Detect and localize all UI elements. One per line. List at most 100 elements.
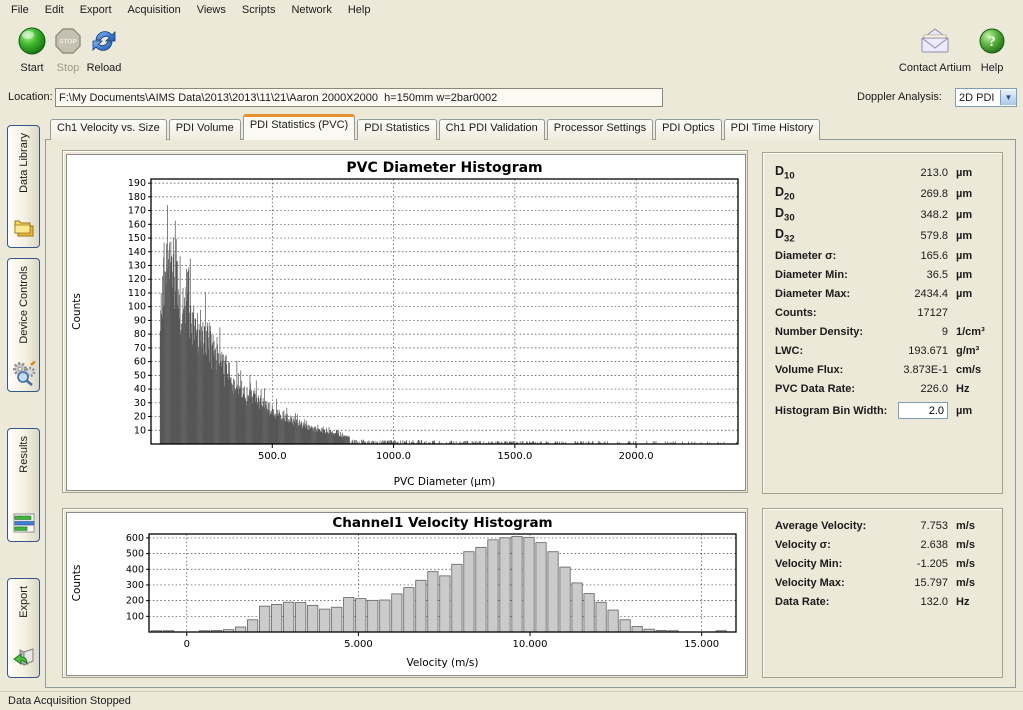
stat-value: 226.0 xyxy=(878,383,948,395)
menu-item-scripts[interactable]: Scripts xyxy=(234,2,284,18)
tab-ch1-velocity-vs-size[interactable]: Ch1 Velocity vs. Size xyxy=(50,119,167,140)
tab-ch1-pdi-validation[interactable]: Ch1 PDI Validation xyxy=(439,119,545,140)
channel1-velocity-histogram-chart: Channel1 Velocity Histogram1002003004005… xyxy=(67,513,745,675)
stat-unit: Hz xyxy=(956,596,994,608)
doppler-analysis-value: 2D PDI xyxy=(956,92,1000,104)
stat-label: Velocity Min: xyxy=(775,558,842,570)
stat-label: Diameter σ: xyxy=(775,250,836,262)
tab-pdi-statistics[interactable]: PDI Statistics xyxy=(357,119,436,140)
export-icon xyxy=(11,646,37,672)
velocity-stats-panel: Average Velocity:7.753m/sVelocity σ:2.63… xyxy=(762,508,1003,678)
svg-text:10: 10 xyxy=(134,425,146,436)
tab-processor-settings[interactable]: Processor Settings xyxy=(547,119,653,140)
stat-row-d20: D20269.8µm xyxy=(775,183,994,204)
stat-unit: µm xyxy=(956,405,994,417)
stat-label: PVC Data Rate: xyxy=(775,383,855,395)
svg-text:50: 50 xyxy=(134,370,146,381)
svg-text:500.0: 500.0 xyxy=(258,451,287,462)
velocity-histogram-plot: Channel1 Velocity Histogram1002003004005… xyxy=(66,512,746,676)
svg-text:300: 300 xyxy=(126,580,144,591)
stat-value: 2.638 xyxy=(878,539,948,551)
help-button[interactable]: ? Help xyxy=(972,26,1012,74)
stat-value: -1.205 xyxy=(878,558,948,570)
svg-text:Counts: Counts xyxy=(71,293,83,330)
menu-item-export[interactable]: Export xyxy=(72,2,120,18)
status-text: Data Acquisition Stopped xyxy=(8,695,131,707)
stat-row-average-velocity: Average Velocity:7.753m/s xyxy=(775,516,994,535)
stat-value: 213.0 xyxy=(878,167,948,179)
sidebar-item-device-controls[interactable]: Device Controls xyxy=(7,258,40,392)
stat-unit: µm xyxy=(956,230,994,242)
stat-value: 15.797 xyxy=(878,577,948,589)
reload-button-label: Reload xyxy=(81,62,127,74)
stat-label: Number Density: xyxy=(775,326,863,338)
diameter-stats-panel: D10213.0µmD20269.8µmD30348.2µmD32579.8µm… xyxy=(762,152,1003,494)
stat-label: Volume Flux: xyxy=(775,364,843,376)
menu-item-network[interactable]: Network xyxy=(283,2,339,18)
stat-row-volume-flux: Volume Flux:3.873E-1cm/s xyxy=(775,360,994,379)
stat-unit: µm xyxy=(956,269,994,281)
menu-bar: FileEditExportAcquisitionViewsScriptsNet… xyxy=(0,0,1023,19)
stat-unit: µm xyxy=(956,188,994,200)
stop-icon-text: STOP xyxy=(59,39,77,46)
stat-value: 17127 xyxy=(878,307,948,319)
stat-row-diameter-min: Diameter Min: 36.5 µm xyxy=(775,265,994,284)
sidebar-item-data-library[interactable]: Data Library xyxy=(7,125,40,248)
stat-row-diameter-max: Diameter Max:2434.4µm xyxy=(775,284,994,303)
stat-label: Diameter Min: xyxy=(775,269,848,281)
stat-unit: Hz xyxy=(956,383,994,395)
svg-text:170: 170 xyxy=(128,206,146,217)
reload-button[interactable]: Reload xyxy=(81,26,127,74)
svg-text:2000.0: 2000.0 xyxy=(619,451,654,462)
pvc-histogram-plot: PVC Diameter Histogram102030405060708090… xyxy=(66,154,746,491)
stat-label: Average Velocity: xyxy=(775,520,866,532)
svg-text:5.000: 5.000 xyxy=(344,639,373,650)
pvc-diameter-histogram-chart: PVC Diameter Histogram102030405060708090… xyxy=(67,155,745,490)
stat-label: D20 xyxy=(775,185,795,203)
svg-text:1500.0: 1500.0 xyxy=(497,451,532,462)
velocity-histogram-groupbox: Channel1 Velocity Histogram1002003004005… xyxy=(62,508,748,678)
svg-text:PVC Diameter (µm): PVC Diameter (µm) xyxy=(394,476,496,488)
svg-text:1000.0: 1000.0 xyxy=(376,451,411,462)
menu-item-views[interactable]: Views xyxy=(189,2,234,18)
chevron-down-icon[interactable]: ▼ xyxy=(1000,90,1016,105)
histogram-bin-width-input[interactable] xyxy=(898,402,948,419)
menu-item-help[interactable]: Help xyxy=(340,2,379,18)
stat-row-velocity-min: Velocity Min:-1.205m/s xyxy=(775,554,994,573)
stat-label: Diameter Max: xyxy=(775,288,850,300)
menu-item-acquisition[interactable]: Acquisition xyxy=(120,2,189,18)
stat-row-velocity: Velocity σ:2.638m/s xyxy=(775,535,994,554)
envelope-icon xyxy=(918,26,952,58)
stat-unit: m/s xyxy=(956,539,994,551)
stat-label: LWC: xyxy=(775,345,803,357)
contact-artium-button[interactable]: Contact Artium xyxy=(896,26,974,74)
svg-text:10.000: 10.000 xyxy=(513,639,548,650)
svg-text:15.000: 15.000 xyxy=(684,639,719,650)
tab-pdi-volume[interactable]: PDI Volume xyxy=(169,119,241,140)
svg-text:80: 80 xyxy=(134,329,146,340)
stat-unit: cm/s xyxy=(956,364,994,376)
stat-row-d10: D10213.0µm xyxy=(775,162,994,183)
stat-value: 36.5 xyxy=(878,269,948,281)
menu-item-file[interactable]: File xyxy=(3,2,37,18)
stat-row-number-density: Number Density:91/cm³ xyxy=(775,322,994,341)
sidebar-item-export[interactable]: Export xyxy=(7,578,40,678)
tab-pdi-statistics-pvc[interactable]: PDI Statistics (PVC) xyxy=(243,114,355,140)
sidebar-item-label: Results xyxy=(18,436,30,473)
tab-pdi-time-history[interactable]: PDI Time History xyxy=(724,119,821,140)
location-input[interactable] xyxy=(55,88,663,107)
contact-artium-label: Contact Artium xyxy=(896,62,974,74)
pvc-histogram-groupbox: PVC Diameter Histogram102030405060708090… xyxy=(62,150,748,493)
stat-value: 7.753 xyxy=(878,520,948,532)
svg-text:Velocity (m/s): Velocity (m/s) xyxy=(407,657,479,669)
stat-value: 579.8 xyxy=(878,230,948,242)
doppler-analysis-select[interactable]: 2D PDI ▼ xyxy=(955,88,1017,107)
sidebar-item-results[interactable]: Results xyxy=(7,428,40,542)
tab-pdi-optics[interactable]: PDI Optics xyxy=(655,119,722,140)
stat-row-histogram-bin-width: Histogram Bin Width:µm xyxy=(775,401,994,420)
menu-item-edit[interactable]: Edit xyxy=(37,2,72,18)
reload-icon xyxy=(88,26,120,58)
stat-value: 348.2 xyxy=(878,209,948,221)
stat-row-data-rate: Data Rate:132.0Hz xyxy=(775,592,994,611)
gears-icon xyxy=(11,360,37,386)
